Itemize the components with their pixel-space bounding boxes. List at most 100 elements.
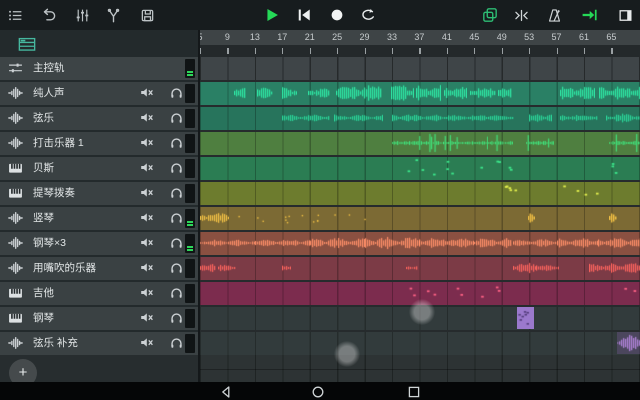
audio-clip[interactable]: [440, 107, 488, 130]
audio-clip[interactable]: [257, 82, 273, 105]
audio-clip[interactable]: [488, 132, 513, 155]
monitor-button[interactable]: [168, 136, 184, 150]
audio-clip[interactable]: [336, 82, 382, 105]
audio-clip[interactable]: [498, 82, 512, 105]
track-head[interactable]: 主控轨: [0, 57, 198, 80]
nav-home-button[interactable]: [311, 385, 325, 399]
follow-playhead-button[interactable]: [578, 4, 600, 26]
audio-clip[interactable]: [310, 232, 365, 255]
track-head[interactable]: 吉他: [0, 282, 198, 305]
track-lane[interactable]: [200, 207, 640, 230]
timeline-ruler[interactable]: 591317212529333741454953576165: [200, 30, 640, 45]
track-lane[interactable]: [200, 182, 640, 205]
midi-clip[interactable]: [399, 282, 421, 305]
track-head[interactable]: 钢琴×3: [0, 232, 198, 255]
audio-clip[interactable]: [560, 82, 595, 105]
midi-clip[interactable]: [554, 182, 600, 205]
audio-clip[interactable]: [606, 107, 640, 130]
split-view-button[interactable]: [614, 4, 636, 26]
audio-clip[interactable]: [200, 257, 216, 280]
midi-clip[interactable]: [461, 157, 513, 180]
track-lane[interactable]: [200, 82, 640, 105]
audio-clip[interactable]: [529, 107, 552, 130]
audio-clip[interactable]: [282, 257, 291, 280]
midi-clip[interactable]: [610, 157, 640, 180]
record-button[interactable]: [326, 4, 348, 26]
save-button[interactable]: [136, 4, 158, 26]
track-lane[interactable]: [200, 332, 640, 355]
audio-clip[interactable]: [609, 132, 640, 155]
monitor-button[interactable]: [168, 86, 184, 100]
mute-button[interactable]: [139, 136, 155, 150]
tools-button[interactable]: [102, 4, 124, 26]
audio-clip[interactable]: [443, 132, 488, 155]
nav-recents-button[interactable]: [407, 385, 421, 399]
audio-clip[interactable]: [598, 232, 640, 255]
midi-clip[interactable]: [504, 182, 531, 205]
track-lane[interactable]: [200, 257, 640, 280]
audio-clip[interactable]: [589, 257, 611, 280]
track-head[interactable]: 贝斯: [0, 157, 198, 180]
track-head[interactable]: 弦乐 补充: [0, 332, 198, 355]
monitor-button[interactable]: [168, 186, 184, 200]
empty-lane-grid[interactable]: [200, 355, 640, 383]
audio-clip[interactable]: [599, 82, 640, 105]
midi-clip[interactable]: [399, 157, 461, 180]
audio-clip[interactable]: [255, 232, 310, 255]
track-head[interactable]: 用嘴吹的乐器: [0, 257, 198, 280]
play-button[interactable]: [261, 4, 283, 26]
audio-clip[interactable]: [513, 257, 536, 280]
midi-clip[interactable]: [467, 282, 501, 305]
midi-clip[interactable]: [622, 282, 640, 305]
track-head[interactable]: 打击乐器 1: [0, 132, 198, 155]
monitor-button[interactable]: [168, 336, 184, 350]
audio-clip[interactable]: [200, 207, 229, 230]
track-head[interactable]: 提琴拨奏: [0, 182, 198, 205]
midi-clip[interactable]: [426, 282, 467, 305]
skip-start-button[interactable]: [293, 4, 315, 26]
mute-button[interactable]: [139, 186, 155, 200]
audio-clip[interactable]: [470, 82, 496, 105]
audio-clip[interactable]: [282, 82, 297, 105]
track-lane[interactable]: [200, 57, 640, 80]
track-lane[interactable]: [200, 232, 640, 255]
monitor-button[interactable]: [168, 161, 184, 175]
audio-clip[interactable]: [536, 257, 559, 280]
track-lane[interactable]: [200, 132, 640, 155]
midi-clip[interactable]: [517, 307, 534, 330]
audio-clip[interactable]: [560, 107, 598, 130]
track-lane[interactable]: [200, 107, 640, 130]
audio-clip[interactable]: [218, 257, 236, 280]
mute-button[interactable]: [139, 111, 155, 125]
nav-back-button[interactable]: [219, 385, 233, 399]
audio-clip[interactable]: [282, 107, 330, 130]
audio-clip[interactable]: [334, 107, 383, 130]
undo-button[interactable]: [37, 4, 59, 26]
monitor-button[interactable]: [168, 211, 184, 225]
track-head[interactable]: 纯人声: [0, 82, 198, 105]
track-lane[interactable]: [200, 307, 640, 330]
mute-button[interactable]: [139, 261, 155, 275]
audio-clip[interactable]: [611, 257, 640, 280]
mixer-button[interactable]: [71, 4, 93, 26]
monitor-button[interactable]: [168, 236, 184, 250]
audio-clip[interactable]: [416, 82, 441, 105]
duplicate-button[interactable]: [479, 4, 501, 26]
audio-clip[interactable]: [444, 82, 467, 105]
audio-clip[interactable]: [609, 207, 617, 230]
track-head[interactable]: 竖琴: [0, 207, 198, 230]
audio-clip[interactable]: [557, 232, 598, 255]
audio-clip[interactable]: [391, 82, 414, 105]
mute-button[interactable]: [139, 86, 155, 100]
loop-button[interactable]: [357, 4, 379, 26]
track-lane[interactable]: [200, 282, 640, 305]
audio-clip[interactable]: [392, 107, 440, 130]
mute-button[interactable]: [139, 336, 155, 350]
audio-clip[interactable]: [419, 232, 474, 255]
audio-clip[interactable]: [392, 132, 443, 155]
audio-clip[interactable]: [526, 132, 554, 155]
mute-button[interactable]: [139, 311, 155, 325]
menu-button[interactable]: [4, 4, 26, 26]
audio-clip[interactable]: [232, 207, 372, 230]
mute-button[interactable]: [139, 211, 155, 225]
